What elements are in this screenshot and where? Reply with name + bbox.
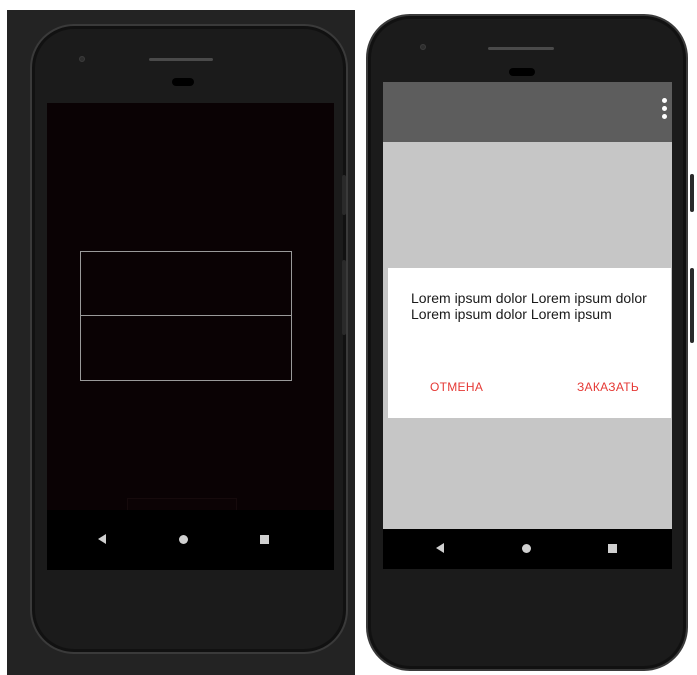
earpiece-speaker: [149, 58, 213, 61]
proximity-sensor: [509, 68, 535, 76]
front-camera-icon: [79, 56, 85, 62]
phone-screen-left: [47, 103, 334, 570]
left-screenshot: [7, 10, 355, 675]
front-camera-icon: [420, 44, 426, 50]
outlined-cell-bottom: [80, 315, 292, 381]
power-button: [342, 175, 346, 215]
app-toolbar: [383, 82, 672, 142]
nav-back-icon[interactable]: [98, 534, 106, 544]
system-navigation-bar: [47, 510, 334, 570]
earpiece-speaker: [488, 47, 554, 50]
volume-button: [342, 260, 346, 335]
power-button: [690, 174, 694, 212]
volume-button: [690, 268, 694, 343]
nav-recents-icon[interactable]: [260, 535, 269, 544]
cancel-button[interactable]: ОТМЕНА: [430, 380, 483, 394]
nav-home-icon[interactable]: [179, 535, 188, 544]
phone-screen-right: Lorem ipsum dolor Lorem ipsum dolor Lore…: [383, 82, 672, 569]
system-navigation-bar: [383, 529, 672, 569]
alert-dialog: Lorem ipsum dolor Lorem ipsum dolor Lore…: [388, 268, 671, 418]
right-screenshot: Lorem ipsum dolor Lorem ipsum dolor Lore…: [355, 6, 697, 675]
outlined-cell-top: [80, 251, 292, 316]
order-button[interactable]: ЗАКАЗАТЬ: [577, 380, 639, 394]
nav-recents-icon[interactable]: [608, 544, 617, 553]
proximity-sensor: [172, 78, 194, 86]
nav-back-icon[interactable]: [436, 543, 444, 553]
nav-home-icon[interactable]: [522, 544, 531, 553]
more-vert-icon[interactable]: [660, 98, 668, 124]
phone-frame-left: [30, 24, 348, 654]
phone-frame-right: Lorem ipsum dolor Lorem ipsum dolor Lore…: [366, 14, 688, 671]
dialog-message: Lorem ipsum dolor Lorem ipsum dolor Lore…: [411, 290, 647, 322]
